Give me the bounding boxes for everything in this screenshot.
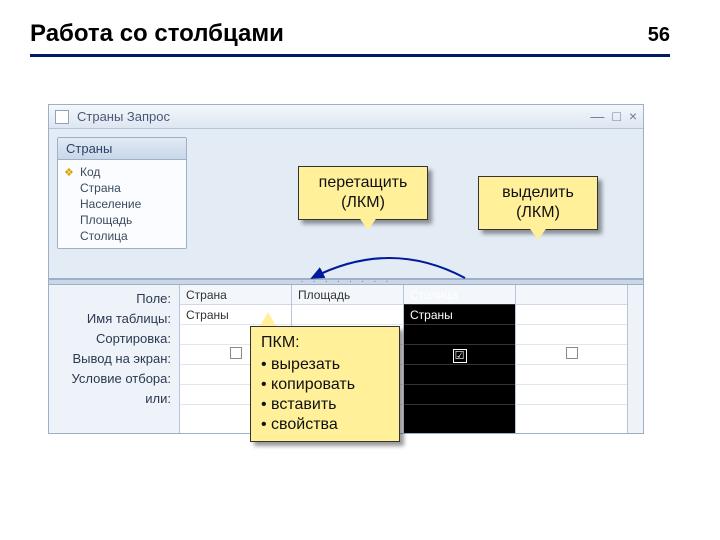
window-icon — [55, 110, 69, 124]
context-item: свойства — [261, 415, 389, 435]
callout-select-pointer — [528, 226, 548, 240]
field-row[interactable]: Площадь — [64, 212, 180, 228]
context-item: вставить — [261, 395, 389, 415]
page-number: 56 — [648, 24, 670, 47]
close-icon[interactable]: × — [629, 108, 637, 124]
callout-context-menu: ПКМ: вырезать копировать вставить свойст… — [250, 326, 400, 442]
context-item: копировать — [261, 375, 389, 395]
slide-title: Работа со столбцами — [30, 20, 284, 48]
grid-column-selected[interactable]: Столица Страны ☑ — [404, 285, 516, 433]
show-checkbox[interactable] — [230, 347, 242, 359]
field-row[interactable]: Столица — [64, 228, 180, 244]
row-labels: Поле: Имя таблицы: Сортировка: Вывод на … — [49, 285, 179, 433]
field-list-header: Страны — [58, 138, 186, 160]
field-row[interactable]: Население — [64, 196, 180, 212]
show-checkbox[interactable] — [566, 347, 578, 359]
minimize-icon[interactable]: — — [590, 108, 604, 124]
callout-select: выделить (ЛКМ) — [478, 176, 598, 230]
window-title: Страны Запрос — [77, 109, 170, 124]
callout-context-pointer — [260, 312, 276, 326]
context-item: вырезать — [261, 355, 389, 375]
callout-drag-pointer — [358, 216, 378, 230]
window-titlebar: Страны Запрос — □ × — [49, 105, 643, 129]
field-row[interactable]: Страна — [64, 180, 180, 196]
field-list[interactable]: Страны ❖Код Страна Население Площадь Сто… — [57, 137, 187, 249]
primary-key-icon: ❖ — [64, 166, 74, 179]
maximize-icon[interactable]: □ — [612, 108, 620, 124]
show-checkbox-checked[interactable]: ☑ — [453, 349, 467, 363]
grid-column-empty[interactable] — [516, 285, 628, 433]
pane-splitter[interactable] — [49, 279, 643, 285]
field-row-key[interactable]: ❖Код — [64, 164, 180, 180]
callout-drag: перетащить (ЛКМ) — [298, 166, 428, 220]
title-underline — [30, 54, 670, 57]
